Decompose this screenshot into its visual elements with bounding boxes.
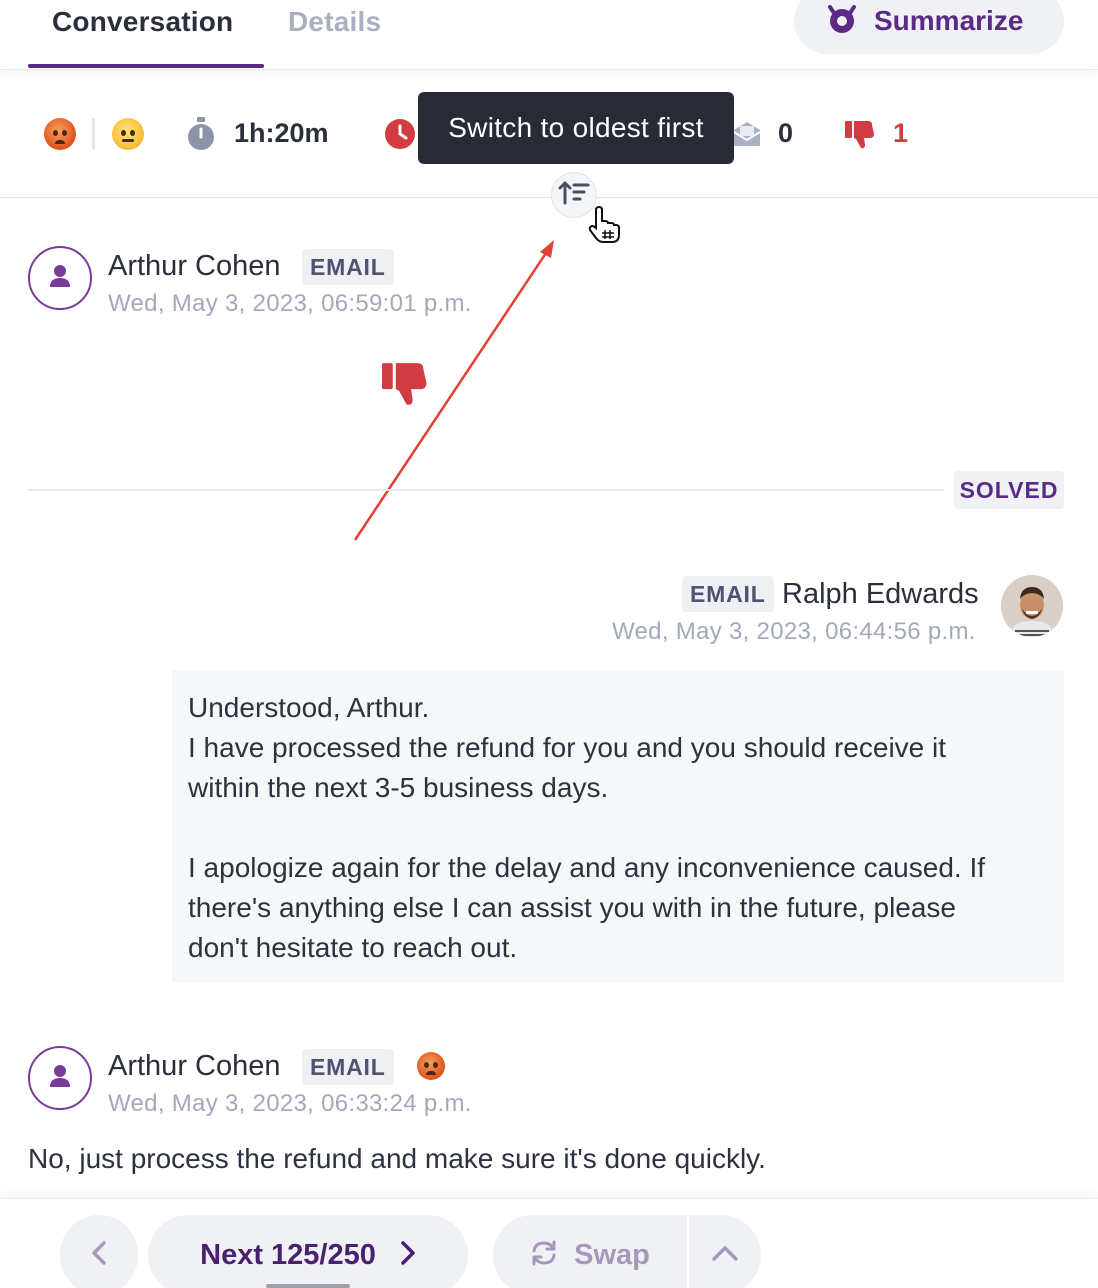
tab-conversation[interactable]: Conversation [52, 6, 233, 38]
message-author: Arthur Cohen [108, 250, 281, 282]
navigation-footer: Next 125/250 Swap [0, 1198, 1098, 1288]
previous-button[interactable] [60, 1215, 138, 1288]
message-line: I have processed the refund for you and … [188, 732, 947, 763]
sentiment-divider [92, 118, 95, 150]
hand-cursor-icon [586, 205, 624, 249]
negative-count: 1 [893, 118, 909, 148]
channel-badge: EMAIL [302, 1049, 394, 1085]
status-divider [28, 489, 944, 491]
message-line: within the next 3-5 business days. [188, 772, 609, 803]
channel-badge: EMAIL [302, 249, 394, 285]
swap-button-group: Swap [493, 1215, 761, 1288]
status-badge: SOLVED [954, 471, 1064, 509]
message-line: I apologize again for the delay and any … [188, 852, 986, 883]
user-icon [49, 1064, 71, 1093]
angry-face-icon [44, 118, 76, 150]
message-bubble: Understood, Arthur. I have processed the… [172, 670, 1064, 982]
tab-details[interactable]: Details [288, 6, 381, 38]
thumbs-down-icon [380, 360, 430, 411]
next-label: Next 125/250 [200, 1238, 376, 1271]
avatar [28, 246, 92, 310]
scroll-handle[interactable] [266, 1284, 350, 1288]
chevron-left-icon [91, 1240, 107, 1271]
message-line: Understood, Arthur. [188, 692, 430, 723]
summarize-icon [824, 3, 860, 40]
swap-icon [530, 1239, 558, 1272]
summarize-button[interactable]: Summarize [794, 0, 1064, 54]
handle-time-value: 1h:20m [234, 118, 329, 148]
swap-button[interactable]: Swap [493, 1215, 687, 1288]
neutral-face-icon [112, 118, 144, 150]
stopwatch-icon [186, 116, 216, 157]
chevron-up-icon [711, 1244, 739, 1267]
email-count: 0 [778, 118, 794, 148]
message-timestamp: Wed, May 3, 2023, 06:59:01 p.m. [108, 290, 472, 317]
message-timestamp: Wed, May 3, 2023, 06:33:24 p.m. [108, 1090, 472, 1117]
message-timestamp: Wed, May 3, 2023, 06:44:56 p.m. [612, 618, 976, 645]
active-tab-indicator [28, 64, 264, 68]
clock-icon [384, 118, 416, 155]
thumbs-down-icon [844, 118, 876, 155]
message-line: there's anything else I can assist you w… [188, 892, 957, 923]
angry-face-icon [417, 1052, 445, 1080]
expand-button[interactable] [689, 1215, 761, 1288]
avatar [28, 1046, 92, 1110]
summarize-label: Summarize [874, 5, 1024, 36]
message-body: No, just process the refund and make sur… [28, 1143, 766, 1174]
tab-bar: Conversation Details Summarize [0, 0, 1098, 70]
next-button[interactable]: Next 125/250 [148, 1215, 468, 1288]
swap-label: Swap [574, 1238, 650, 1271]
chevron-right-icon [400, 1240, 416, 1271]
sort-tooltip: Switch to oldest first [418, 92, 734, 164]
message-author: Ralph Edwards [782, 578, 979, 610]
message-line: don't hesitate to reach out. [188, 932, 518, 963]
agent-avatar [1001, 575, 1063, 637]
user-icon [49, 264, 71, 293]
message-author: Arthur Cohen [108, 1050, 281, 1082]
envelope-icon [732, 120, 762, 153]
channel-badge: EMAIL [682, 576, 774, 612]
